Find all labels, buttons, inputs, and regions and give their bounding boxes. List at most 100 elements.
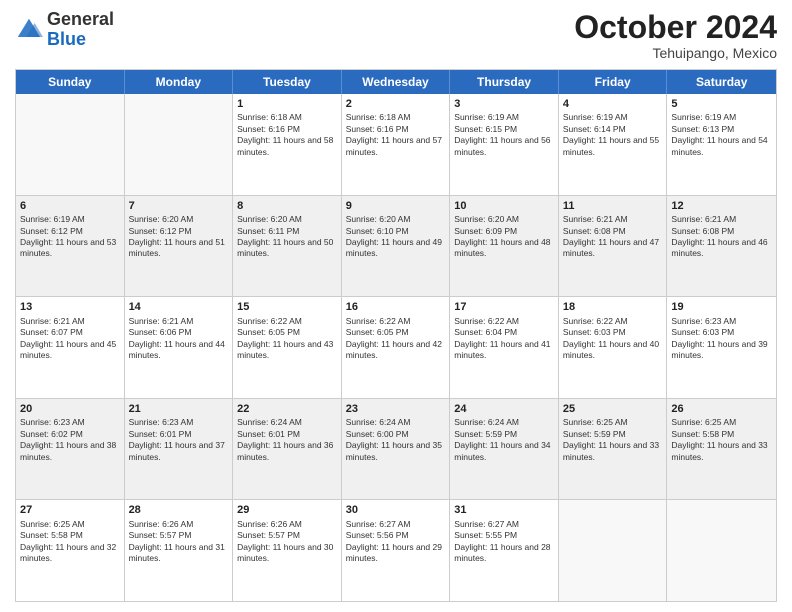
- calendar: SundayMondayTuesdayWednesdayThursdayFrid…: [15, 69, 777, 602]
- calendar-cell-0-4: 3Sunrise: 6:19 AM Sunset: 6:15 PM Daylig…: [450, 94, 559, 195]
- calendar-cell-3-1: 21Sunrise: 6:23 AM Sunset: 6:01 PM Dayli…: [125, 399, 234, 500]
- cell-info: Sunrise: 6:23 AM Sunset: 6:02 PM Dayligh…: [20, 417, 120, 463]
- day-number: 16: [346, 300, 446, 314]
- cell-info: Sunrise: 6:19 AM Sunset: 6:15 PM Dayligh…: [454, 112, 554, 158]
- logo-general-text: General: [47, 9, 114, 29]
- day-number: 10: [454, 199, 554, 213]
- day-number: 23: [346, 402, 446, 416]
- calendar-cell-4-2: 29 Sunrise: 6:26 AM Sunset: 5:57 PM Dayli…: [233, 500, 342, 601]
- calendar-cell-3-6: 26Sunrise: 6:25 AM Sunset: 5:58 PM Dayli…: [667, 399, 776, 500]
- calendar-cell-2-3: 16 Sunrise: 6:22 AM Sunset: 6:05 PM Dayli…: [342, 297, 451, 398]
- cell-info: Sunrise: 6:20 AM Sunset: 6:11 PM Dayligh…: [237, 214, 337, 260]
- calendar-cell-2-2: 15 Sunrise: 6:22 AM Sunset: 6:05 PM Dayli…: [233, 297, 342, 398]
- calendar-cell-2-6: 19 Sunrise: 6:23 AM Sunset: 6:03 PM Dayli…: [667, 297, 776, 398]
- day-number: 6: [20, 199, 120, 213]
- cell-info: Sunrise: 6:21 AM Sunset: 6:08 PM Dayligh…: [563, 214, 663, 260]
- weekday-header-sunday: Sunday: [16, 70, 125, 94]
- day-number: 13: [20, 300, 120, 314]
- day-number: 7: [129, 199, 229, 213]
- page: General Blue October 2024 Tehuipango, Me…: [0, 0, 792, 612]
- cell-info: Sunrise: 6:22 AM Sunset: 6:05 PM Dayligh…: [237, 316, 337, 362]
- cell-info: Sunrise: 6:27 AM Sunset: 5:55 PM Dayligh…: [454, 519, 554, 565]
- cell-info: Sunrise: 6:26 AM Sunset: 5:57 PM Dayligh…: [237, 519, 337, 565]
- day-number: 19: [671, 300, 772, 314]
- cell-info: Sunrise: 6:18 AM Sunset: 6:16 PM Dayligh…: [346, 112, 446, 158]
- calendar-header: SundayMondayTuesdayWednesdayThursdayFrid…: [16, 70, 776, 94]
- day-number: 15: [237, 300, 337, 314]
- cell-info: Sunrise: 6:19 AM Sunset: 6:13 PM Dayligh…: [671, 112, 772, 158]
- day-number: 21: [129, 402, 229, 416]
- location: Tehuipango, Mexico: [574, 45, 777, 61]
- day-number: 25: [563, 402, 663, 416]
- cell-info: Sunrise: 6:24 AM Sunset: 6:00 PM Dayligh…: [346, 417, 446, 463]
- month-title: October 2024: [574, 10, 777, 45]
- day-number: 30: [346, 503, 446, 517]
- cell-info: Sunrise: 6:21 AM Sunset: 6:07 PM Dayligh…: [20, 316, 120, 362]
- calendar-cell-0-6: 5Sunrise: 6:19 AM Sunset: 6:13 PM Daylig…: [667, 94, 776, 195]
- day-number: 26: [671, 402, 772, 416]
- day-number: 5: [671, 97, 772, 111]
- calendar-cell-1-3: 9Sunrise: 6:20 AM Sunset: 6:10 PM Daylig…: [342, 196, 451, 297]
- day-number: 9: [346, 199, 446, 213]
- cell-info: Sunrise: 6:20 AM Sunset: 6:12 PM Dayligh…: [129, 214, 229, 260]
- calendar-cell-0-3: 2Sunrise: 6:18 AM Sunset: 6:16 PM Daylig…: [342, 94, 451, 195]
- day-number: 4: [563, 97, 663, 111]
- logo-icon: [15, 16, 43, 44]
- calendar-cell-2-5: 18Sunrise: 6:22 AM Sunset: 6:03 PM Dayli…: [559, 297, 668, 398]
- calendar-cell-3-4: 24Sunrise: 6:24 AM Sunset: 5:59 PM Dayli…: [450, 399, 559, 500]
- weekday-header-thursday: Thursday: [450, 70, 559, 94]
- calendar-cell-4-1: 28 Sunrise: 6:26 AM Sunset: 5:57 PM Dayli…: [125, 500, 234, 601]
- day-number: 20: [20, 402, 120, 416]
- title-block: October 2024 Tehuipango, Mexico: [574, 10, 777, 61]
- cell-info: Sunrise: 6:23 AM Sunset: 6:03 PM Dayligh…: [671, 316, 772, 362]
- logo-text: General Blue: [47, 10, 114, 50]
- day-number: 11: [563, 199, 663, 213]
- cell-info: Sunrise: 6:26 AM Sunset: 5:57 PM Dayligh…: [129, 519, 229, 565]
- calendar-cell-3-2: 22Sunrise: 6:24 AM Sunset: 6:01 PM Dayli…: [233, 399, 342, 500]
- day-number: 2: [346, 97, 446, 111]
- calendar-row-2: 13 Sunrise: 6:21 AM Sunset: 6:07 PM Dayli…: [16, 297, 776, 399]
- calendar-cell-1-4: 10Sunrise: 6:20 AM Sunset: 6:09 PM Dayli…: [450, 196, 559, 297]
- calendar-cell-4-4: 31 Sunrise: 6:27 AM Sunset: 5:55 PM Dayli…: [450, 500, 559, 601]
- weekday-header-saturday: Saturday: [667, 70, 776, 94]
- cell-info: Sunrise: 6:22 AM Sunset: 6:05 PM Dayligh…: [346, 316, 446, 362]
- calendar-body: 1Sunrise: 6:18 AM Sunset: 6:16 PM Daylig…: [16, 94, 776, 601]
- day-number: 28: [129, 503, 229, 517]
- cell-info: Sunrise: 6:27 AM Sunset: 5:56 PM Dayligh…: [346, 519, 446, 565]
- calendar-cell-4-0: 27Sunrise: 6:25 AM Sunset: 5:58 PM Dayli…: [16, 500, 125, 601]
- day-number: 3: [454, 97, 554, 111]
- day-number: 14: [129, 300, 229, 314]
- weekday-header-wednesday: Wednesday: [342, 70, 451, 94]
- calendar-cell-4-3: 30 Sunrise: 6:27 AM Sunset: 5:56 PM Dayli…: [342, 500, 451, 601]
- cell-info: Sunrise: 6:18 AM Sunset: 6:16 PM Dayligh…: [237, 112, 337, 158]
- calendar-cell-1-0: 6Sunrise: 6:19 AM Sunset: 6:12 PM Daylig…: [16, 196, 125, 297]
- cell-info: Sunrise: 6:19 AM Sunset: 6:14 PM Dayligh…: [563, 112, 663, 158]
- calendar-cell-2-1: 14 Sunrise: 6:21 AM Sunset: 6:06 PM Dayli…: [125, 297, 234, 398]
- calendar-cell-1-1: 7Sunrise: 6:20 AM Sunset: 6:12 PM Daylig…: [125, 196, 234, 297]
- calendar-cell-1-2: 8Sunrise: 6:20 AM Sunset: 6:11 PM Daylig…: [233, 196, 342, 297]
- cell-info: Sunrise: 6:20 AM Sunset: 6:09 PM Dayligh…: [454, 214, 554, 260]
- calendar-cell-0-5: 4Sunrise: 6:19 AM Sunset: 6:14 PM Daylig…: [559, 94, 668, 195]
- day-number: 31: [454, 503, 554, 517]
- weekday-header-tuesday: Tuesday: [233, 70, 342, 94]
- calendar-cell-1-6: 12Sunrise: 6:21 AM Sunset: 6:08 PM Dayli…: [667, 196, 776, 297]
- cell-info: Sunrise: 6:21 AM Sunset: 6:08 PM Dayligh…: [671, 214, 772, 260]
- cell-info: Sunrise: 6:20 AM Sunset: 6:10 PM Dayligh…: [346, 214, 446, 260]
- header: General Blue October 2024 Tehuipango, Me…: [15, 10, 777, 61]
- cell-info: Sunrise: 6:25 AM Sunset: 5:58 PM Dayligh…: [20, 519, 120, 565]
- calendar-cell-3-5: 25Sunrise: 6:25 AM Sunset: 5:59 PM Dayli…: [559, 399, 668, 500]
- calendar-cell-0-0: [16, 94, 125, 195]
- cell-info: Sunrise: 6:21 AM Sunset: 6:06 PM Dayligh…: [129, 316, 229, 362]
- cell-info: Sunrise: 6:24 AM Sunset: 5:59 PM Dayligh…: [454, 417, 554, 463]
- day-number: 8: [237, 199, 337, 213]
- day-number: 29: [237, 503, 337, 517]
- calendar-row-0: 1Sunrise: 6:18 AM Sunset: 6:16 PM Daylig…: [16, 94, 776, 196]
- day-number: 18: [563, 300, 663, 314]
- logo: General Blue: [15, 10, 114, 50]
- cell-info: Sunrise: 6:19 AM Sunset: 6:12 PM Dayligh…: [20, 214, 120, 260]
- weekday-header-monday: Monday: [125, 70, 234, 94]
- calendar-cell-3-0: 20Sunrise: 6:23 AM Sunset: 6:02 PM Dayli…: [16, 399, 125, 500]
- day-number: 17: [454, 300, 554, 314]
- day-number: 22: [237, 402, 337, 416]
- cell-info: Sunrise: 6:25 AM Sunset: 5:58 PM Dayligh…: [671, 417, 772, 463]
